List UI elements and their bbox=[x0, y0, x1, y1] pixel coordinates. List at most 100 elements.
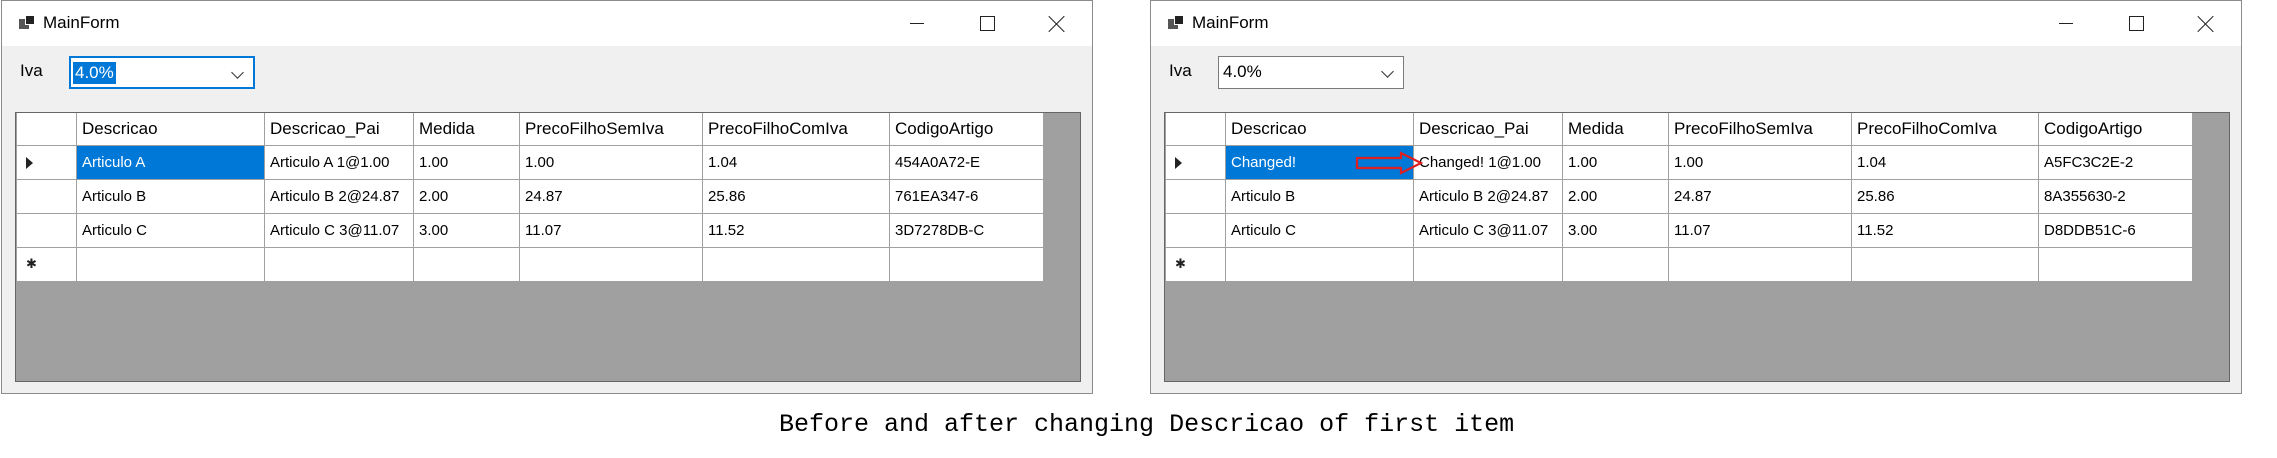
grid-cell[interactable]: 24.87 bbox=[1668, 178, 1852, 214]
column-header-descricao[interactable]: Descricao bbox=[1225, 113, 1414, 146]
grid-cell[interactable]: 3.00 bbox=[413, 212, 520, 248]
row-header[interactable] bbox=[1165, 144, 1226, 180]
grid-cell[interactable]: 11.07 bbox=[1668, 212, 1852, 248]
minimize-button[interactable] bbox=[882, 1, 952, 46]
chevron-down-icon[interactable] bbox=[1381, 65, 1394, 78]
grid-cell[interactable]: Articulo B bbox=[1225, 178, 1414, 214]
grid-cell[interactable]: 24.87 bbox=[519, 178, 703, 214]
current-row-icon bbox=[1175, 156, 1182, 169]
grid-header-row: Descricao Descricao_Pai Medida PrecoFilh… bbox=[1165, 113, 2193, 146]
grid-cell[interactable]: 11.52 bbox=[1851, 212, 2039, 248]
column-header-codigo-artigo[interactable]: CodigoArtigo bbox=[889, 113, 1044, 146]
grid-cell[interactable]: 8A355630-2 bbox=[2038, 178, 2193, 214]
column-header-descricao-pai[interactable]: Descricao_Pai bbox=[1413, 113, 1563, 146]
grid-cell[interactable]: 11.07 bbox=[519, 212, 703, 248]
title-bar[interactable]: MainForm bbox=[2, 1, 1092, 46]
grid-cell[interactable]: 1.00 bbox=[1668, 144, 1852, 180]
grid-cell[interactable]: 1.00 bbox=[1562, 144, 1669, 180]
table-row[interactable]: Articulo C Articulo C 3@11.07 3.00 11.07… bbox=[1165, 212, 2193, 248]
new-row-icon: ✱ bbox=[26, 255, 37, 271]
grid-cell[interactable] bbox=[1562, 246, 1669, 282]
data-grid[interactable]: Descricao Descricao_Pai Medida PrecoFilh… bbox=[15, 112, 1081, 382]
iva-combobox[interactable]: 4.0% bbox=[69, 56, 255, 89]
row-header[interactable] bbox=[1165, 178, 1226, 214]
row-header[interactable]: ✱ bbox=[1165, 246, 1226, 282]
maximize-icon bbox=[2128, 16, 2144, 31]
grid-cell[interactable]: Changed! 1@1.00 bbox=[1413, 144, 1563, 180]
grid-cell[interactable]: 1.00 bbox=[519, 144, 703, 180]
grid-cell[interactable]: A5FC3C2E-2 bbox=[2038, 144, 2193, 180]
grid-cell[interactable]: Articulo B 2@24.87 bbox=[264, 178, 414, 214]
row-header[interactable] bbox=[16, 178, 77, 214]
new-row[interactable]: ✱ bbox=[1165, 246, 2193, 282]
close-button[interactable] bbox=[2171, 1, 2241, 46]
column-header-descricao[interactable]: Descricao bbox=[76, 113, 265, 146]
row-header[interactable] bbox=[16, 144, 77, 180]
maximize-button[interactable] bbox=[2101, 1, 2171, 46]
table-row[interactable]: Articulo B Articulo B 2@24.87 2.00 24.87… bbox=[1165, 178, 2193, 214]
grid-cell[interactable] bbox=[2038, 246, 2193, 282]
column-header-descricao-pai[interactable]: Descricao_Pai bbox=[264, 113, 414, 146]
grid-cell[interactable]: 1.00 bbox=[413, 144, 520, 180]
chevron-down-icon[interactable] bbox=[231, 66, 244, 79]
column-header-preco-sem-iva[interactable]: PrecoFilhoSemIva bbox=[519, 113, 703, 146]
grid-cell[interactable]: Articulo C 3@11.07 bbox=[1413, 212, 1563, 248]
grid-cell[interactable] bbox=[1668, 246, 1852, 282]
data-grid[interactable]: Descricao Descricao_Pai Medida PrecoFilh… bbox=[1164, 112, 2230, 382]
grid-cell[interactable]: 25.86 bbox=[702, 178, 890, 214]
grid-cell[interactable] bbox=[519, 246, 703, 282]
close-icon bbox=[1048, 15, 1066, 33]
row-header[interactable] bbox=[16, 212, 77, 248]
grid-cell[interactable]: 2.00 bbox=[413, 178, 520, 214]
grid-cell[interactable]: Articulo B 2@24.87 bbox=[1413, 178, 1563, 214]
grid-cell[interactable] bbox=[1851, 246, 2039, 282]
grid-cell[interactable]: 2.00 bbox=[1562, 178, 1669, 214]
column-header-preco-com-iva[interactable]: PrecoFilhoComIva bbox=[1851, 113, 2039, 146]
maximize-button[interactable] bbox=[952, 1, 1022, 46]
app-icon bbox=[19, 15, 37, 31]
table-row[interactable]: Articulo B Articulo B 2@24.87 2.00 24.87… bbox=[16, 178, 1044, 214]
grid-cell[interactable]: 25.86 bbox=[1851, 178, 2039, 214]
grid-cell[interactable]: 1.04 bbox=[1851, 144, 2039, 180]
app-icon bbox=[1168, 15, 1186, 31]
row-header[interactable]: ✱ bbox=[16, 246, 77, 282]
grid-cell[interactable]: Articulo C bbox=[1225, 212, 1414, 248]
new-row[interactable]: ✱ bbox=[16, 246, 1044, 282]
grid-cell[interactable] bbox=[889, 246, 1044, 282]
table-row[interactable]: Articulo A Articulo A 1@1.00 1.00 1.00 1… bbox=[16, 144, 1044, 180]
grid-cell[interactable]: Articulo A bbox=[76, 144, 265, 180]
column-header-preco-com-iva[interactable]: PrecoFilhoComIva bbox=[702, 113, 890, 146]
minimize-button[interactable] bbox=[2031, 1, 2101, 46]
table-row[interactable]: Articulo C Articulo C 3@11.07 3.00 11.07… bbox=[16, 212, 1044, 248]
column-header-preco-sem-iva[interactable]: PrecoFilhoSemIva bbox=[1668, 113, 1852, 146]
grid-cell[interactable] bbox=[76, 246, 265, 282]
grid-cell[interactable]: 11.52 bbox=[702, 212, 890, 248]
grid-header-row: Descricao Descricao_Pai Medida PrecoFilh… bbox=[16, 113, 1044, 146]
grid-cell[interactable] bbox=[264, 246, 414, 282]
close-button[interactable] bbox=[1022, 1, 1092, 46]
grid-cell[interactable] bbox=[413, 246, 520, 282]
window-before: MainForm Iva 4.0% Descricao Descricao_Pa… bbox=[1, 0, 1093, 394]
grid-cell[interactable]: 454A0A72-E bbox=[889, 144, 1044, 180]
grid-cell[interactable]: Articulo A 1@1.00 bbox=[264, 144, 414, 180]
grid-cell[interactable]: 3.00 bbox=[1562, 212, 1669, 248]
iva-combobox[interactable]: 4.0% bbox=[1218, 56, 1404, 89]
grid-cell[interactable]: Articulo B bbox=[76, 178, 265, 214]
grid-cell[interactable]: 761EA347-6 bbox=[889, 178, 1044, 214]
column-header-medida[interactable]: Medida bbox=[413, 113, 520, 146]
grid-cell[interactable]: Articulo C 3@11.07 bbox=[264, 212, 414, 248]
grid-cell[interactable] bbox=[1225, 246, 1414, 282]
top-left-header-cell[interactable] bbox=[1165, 113, 1226, 146]
grid-cell[interactable]: Articulo C bbox=[76, 212, 265, 248]
grid-cell[interactable]: 3D7278DB-C bbox=[889, 212, 1044, 248]
title-bar[interactable]: MainForm bbox=[1151, 1, 2241, 46]
column-header-codigo-artigo[interactable]: CodigoArtigo bbox=[2038, 113, 2193, 146]
column-header-medida[interactable]: Medida bbox=[1562, 113, 1669, 146]
top-left-header-cell[interactable] bbox=[16, 113, 77, 146]
grid-cell[interactable]: D8DDB51C-6 bbox=[2038, 212, 2193, 248]
grid-cell[interactable] bbox=[702, 246, 890, 282]
table-row[interactable]: Changed! Changed! 1@1.00 1.00 1.00 1.04 … bbox=[1165, 144, 2193, 180]
grid-cell[interactable]: 1.04 bbox=[702, 144, 890, 180]
grid-cell[interactable] bbox=[1413, 246, 1563, 282]
row-header[interactable] bbox=[1165, 212, 1226, 248]
